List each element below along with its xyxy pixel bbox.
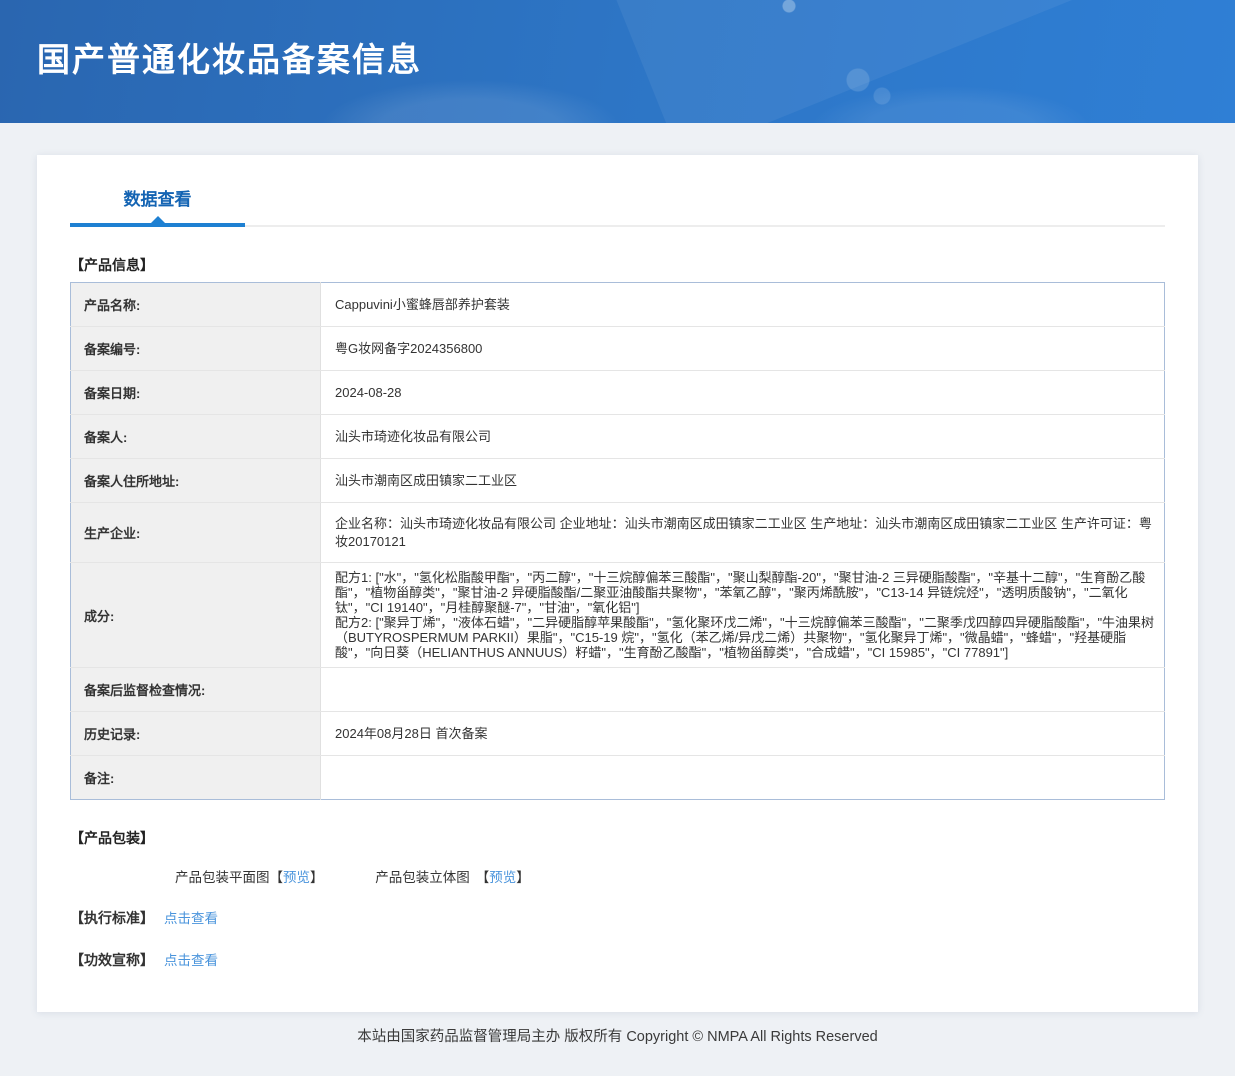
tab-active-indicator-triangle [151,216,165,223]
ingredients-formula-2: 配方2: ["聚异丁烯"，"液体石蜡"，"二异硬脂醇苹果酸酯"，"氢化聚环戊二烯… [335,615,1156,660]
exec-standard-row: 【执行标准】点击查看 [70,907,1165,928]
row-value: 汕头市潮南区成田镇家二工业区 [321,459,1165,503]
packaging-3d-label: 产品包装立体图 [375,870,470,885]
bracket-close: 】 [516,870,530,885]
table-row-filer-address: 备案人住所地址: 汕头市潮南区成田镇家二工业区 [71,459,1165,503]
efficacy-claim-title: 【功效宣称】 [70,952,154,968]
tab-bar: 数据查看 [70,185,1165,227]
row-value [321,756,1165,800]
packaging-flat-label: 产品包装平面图 [175,870,270,885]
section-title-packaging: 【产品包装】 [70,828,1165,848]
exec-standard-link[interactable]: 点击查看 [164,911,218,926]
tab-data-view[interactable]: 数据查看 [70,185,245,225]
efficacy-claim-link[interactable]: 点击查看 [164,953,218,968]
packaging-flat-item: 产品包装平面图【预览】 [175,870,327,885]
bracket-close: 】 [310,870,324,885]
efficacy-claim-row: 【功效宣称】点击查看 [70,949,1165,970]
row-value: 粤G妆网备字2024356800 [321,327,1165,371]
table-row-filer: 备案人: 汕头市琦迹化妆品有限公司 [71,415,1165,459]
row-label: 备案日期: [71,371,321,415]
row-value: 2024-08-28 [321,371,1165,415]
table-row-manufacturer: 生产企业: 企业名称：汕头市琦迹化妆品有限公司 企业地址：汕头市潮南区成田镇家二… [71,503,1165,563]
table-row-filing-date: 备案日期: 2024-08-28 [71,371,1165,415]
packaging-3d-item: 产品包装立体图【预览】 [375,870,530,885]
preview-link-flat[interactable]: 预览 [283,870,310,885]
bracket-open: 【 [270,870,284,885]
table-row-history: 历史记录: 2024年08月28日 首次备案 [71,712,1165,756]
row-label: 历史记录: [71,712,321,756]
product-info-table: 产品名称: Cappuvini小蜜蜂唇部养护套装 备案编号: 粤G妆网备字202… [70,282,1165,800]
preview-link-3d[interactable]: 预览 [489,870,516,885]
exec-standard-title: 【执行标准】 [70,910,154,926]
row-label: 备案人住所地址: [71,459,321,503]
row-value: 企业名称：汕头市琦迹化妆品有限公司 企业地址：汕头市潮南区成田镇家二工业区 生产… [321,503,1165,563]
row-label: 生产企业: [71,503,321,563]
row-label: 备案编号: [71,327,321,371]
table-row-post-filing-inspection: 备案后监督检查情况: [71,668,1165,712]
row-value: 2024年08月28日 首次备案 [321,712,1165,756]
footer-text: 本站由国家药品监督管理局主办 版权所有 Copyright © NMPA All… [357,1029,877,1045]
page-header-banner: 国产普通化妆品备案信息 [0,0,1235,123]
row-value [321,668,1165,712]
row-label: 备案后监督检查情况: [71,668,321,712]
row-label: 备案人: [71,415,321,459]
table-row-filing-number: 备案编号: 粤G妆网备字2024356800 [71,327,1165,371]
table-row-product-name: 产品名称: Cappuvini小蜜蜂唇部养护套装 [71,283,1165,327]
section-title-product-info: 【产品信息】 [70,255,1165,275]
row-value: 汕头市琦迹化妆品有限公司 [321,415,1165,459]
table-row-ingredients: 成分: 配方1: ["水"，"氢化松脂酸甲酯"，"丙二醇"，"十三烷醇偏苯三酸酯… [71,563,1165,668]
row-label: 产品名称: [71,283,321,327]
row-label: 成分: [71,563,321,668]
content-card: 数据查看 【产品信息】 产品名称: Cappuvini小蜜蜂唇部养护套装 备案编… [37,155,1198,1012]
row-value: Cappuvini小蜜蜂唇部养护套装 [321,283,1165,327]
row-label: 备注: [71,756,321,800]
packaging-row: 产品包装平面图【预览】 产品包装立体图【预览】 [175,866,1165,886]
row-value: 配方1: ["水"，"氢化松脂酸甲酯"，"丙二醇"，"十三烷醇偏苯三酸酯"，"聚… [321,563,1165,668]
page-footer: 本站由国家药品监督管理局主办 版权所有 Copyright © NMPA All… [0,1012,1235,1076]
page-title: 国产普通化妆品备案信息 [0,0,1235,81]
bracket-open: 【 [476,870,490,885]
table-row-remarks: 备注: [71,756,1165,800]
tab-data-view-label: 数据查看 [124,190,192,209]
ingredients-formula-1: 配方1: ["水"，"氢化松脂酸甲酯"，"丙二醇"，"十三烷醇偏苯三酸酯"，"聚… [335,570,1156,615]
